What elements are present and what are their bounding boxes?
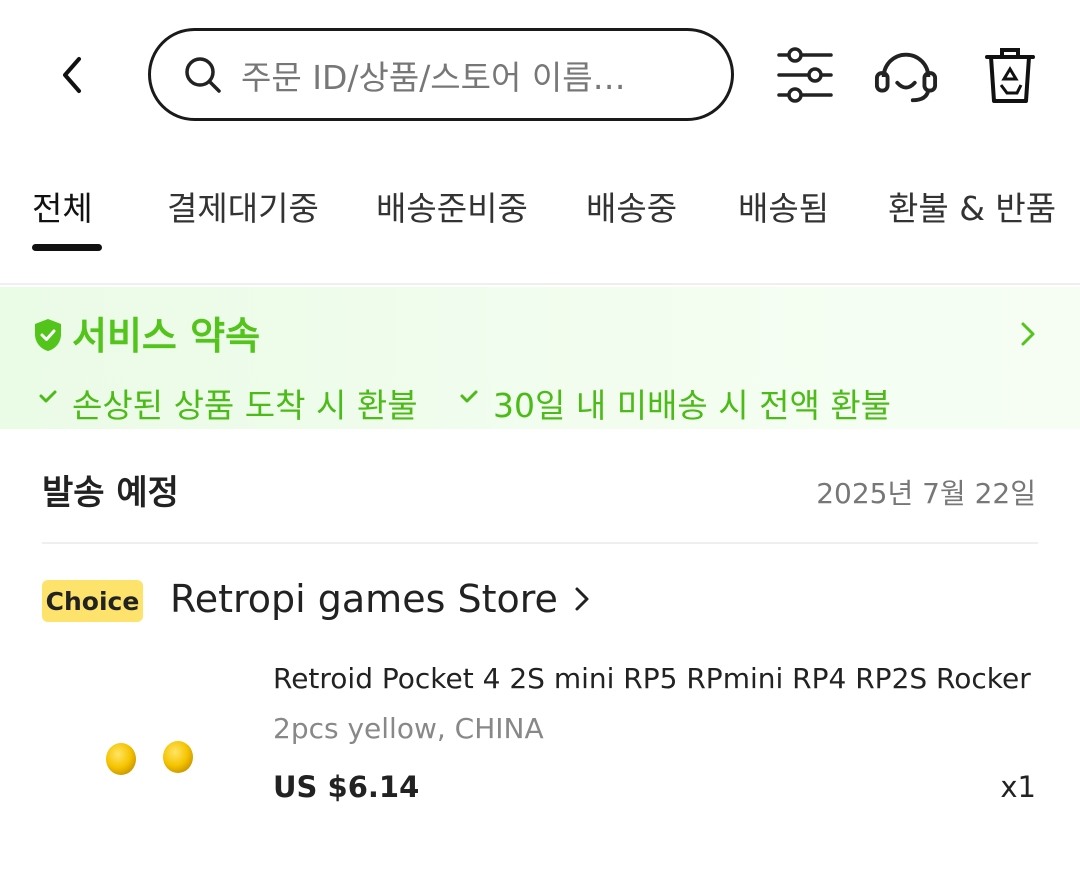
store-name: Retropi games Store xyxy=(170,577,558,621)
recycle-bin-button[interactable] xyxy=(978,40,1042,110)
product-quantity: x1 xyxy=(1000,770,1036,804)
tab-delivered[interactable]: 배송됨 xyxy=(738,182,829,230)
yellow-thumbstick-caps-image xyxy=(106,741,193,775)
chevron-right-icon xyxy=(575,587,589,611)
product-thumbnail[interactable] xyxy=(42,670,252,850)
tabs-divider xyxy=(0,283,1080,285)
top-bar: 주문 ID/상품/스토어 이름… xyxy=(0,0,1080,150)
section-divider xyxy=(42,542,1038,544)
tab-refund-return[interactable]: 환불 & 반품 xyxy=(888,182,1056,230)
filter-button[interactable] xyxy=(773,40,837,110)
product-name: Retroid Pocket 4 2S mini RP5 RPmini RP4 … xyxy=(273,662,1038,695)
product-price: US $6.14 xyxy=(273,770,420,804)
product-variant: 2pcs yellow, CHINA xyxy=(273,712,544,745)
shipment-date: 2025년 7월 22일 xyxy=(816,477,1036,510)
headset-icon xyxy=(874,52,938,103)
back-button[interactable] xyxy=(50,50,94,100)
search-input[interactable]: 주문 ID/상품/스토어 이름… xyxy=(148,28,734,121)
filter-sliders-icon xyxy=(777,47,833,103)
shield-check-icon xyxy=(35,319,61,351)
promise-item-damaged-refund: 손상된 상품 도착 시 환불 xyxy=(72,386,418,425)
tab-in-transit[interactable]: 배송중 xyxy=(586,182,677,230)
search-icon xyxy=(181,53,225,97)
service-promise-title: 서비스 약속 xyxy=(72,314,261,358)
tab-all[interactable]: 전체 xyxy=(32,182,93,230)
choice-badge: Choice xyxy=(42,580,143,622)
active-tab-indicator xyxy=(32,244,102,251)
shipment-status-title: 발송 예정 xyxy=(42,473,179,513)
back-arrow-icon xyxy=(63,57,81,93)
tab-awaiting-payment[interactable]: 결제대기중 xyxy=(167,182,319,230)
customer-service-button[interactable] xyxy=(874,40,938,110)
check-icon xyxy=(39,390,57,403)
trash-recycle-icon xyxy=(985,48,1035,103)
chevron-right-icon xyxy=(1021,322,1035,346)
tab-preparing-shipment[interactable]: 배송준비중 xyxy=(376,182,528,230)
promise-item-undelivered-refund: 30일 내 미배송 시 전액 환불 xyxy=(493,386,892,425)
search-placeholder: 주문 ID/상품/스토어 이름… xyxy=(241,57,626,97)
service-promise-banner[interactable]: 서비스 약속 손상된 상품 도착 시 환불 30일 내 미배송 시 전액 환불 xyxy=(0,287,1080,429)
store-link[interactable]: Retropi games Store xyxy=(170,577,592,621)
order-status-tabs: 전체 결제대기중 배송준비중 배송중 배송됨 환불 & 반품 xyxy=(0,170,1080,260)
check-icon xyxy=(460,390,478,403)
